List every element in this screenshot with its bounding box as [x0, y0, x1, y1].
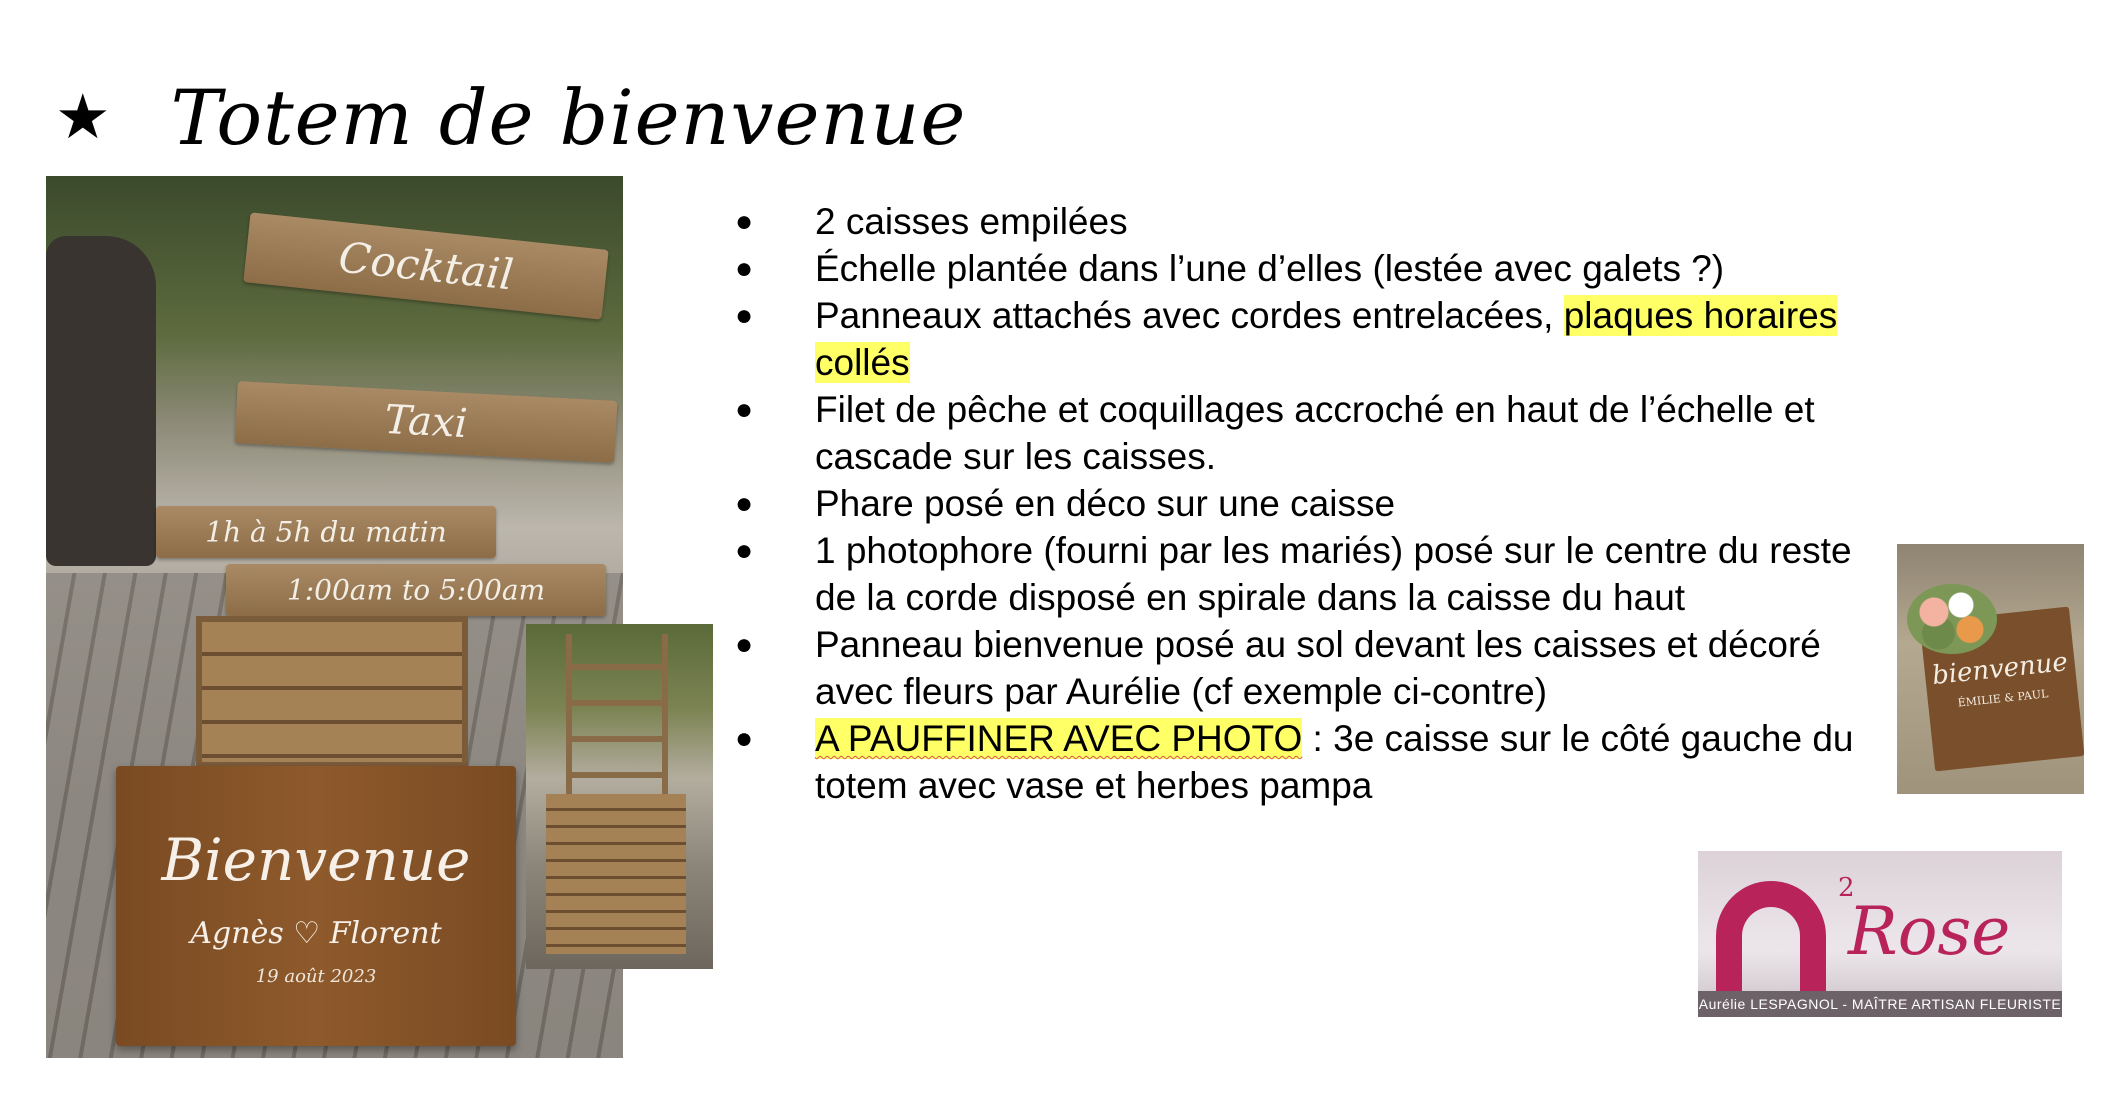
bullet-icon: ● [735, 628, 754, 661]
bullet-icon: ● [735, 487, 754, 520]
star-icon: ★ [55, 80, 111, 153]
bullet-icon: ● [735, 393, 754, 426]
ladder [566, 634, 668, 814]
sign-taxi: Taxi [234, 381, 618, 463]
florist-logo: 2 Rose Aurélie LESPAGNOL - MAÎTRE ARTISA… [1698, 851, 2062, 1017]
bullet-item: ● Filet de pêche et coquillages accroché … [735, 386, 1885, 480]
bullet-text: 1 photophore (fourni par les mariés) pos… [815, 530, 1852, 618]
logo-caption: Aurélie LESPAGNOL - MAÎTRE ARTISAN FLEUR… [1698, 991, 2062, 1017]
slide: ★ Totem de bienvenue Cocktail Taxi 1h à … [0, 0, 2118, 1116]
bullet-icon: ● [735, 722, 754, 755]
wooden-crate [196, 616, 468, 768]
bullet-text: Filet de pêche et coquillages accroché e… [815, 389, 1815, 477]
bullet-item: ● Échelle plantée dans l’une d’elles (les… [735, 245, 1885, 292]
sign-taxi-text: Taxi [383, 396, 469, 448]
slide-title: Totem de bienvenue [170, 72, 967, 162]
sign-hours-en-text: 1:00am to 5:00am [286, 573, 546, 607]
bullet-icon: ● [735, 534, 754, 567]
bullet-text: 2 caisses empilées [815, 201, 1128, 242]
bouquet-icon [1907, 584, 1997, 654]
flower-sign-photo: bienvenue ÉMILIE & PAUL [1897, 544, 2084, 794]
bullet-item: ● 2 caisses empilées [735, 198, 1885, 245]
sign-hours-en: 1:00am to 5:00am [226, 564, 606, 616]
bullet-item: ● Panneau bienvenue posé au sol devant le… [735, 621, 1885, 715]
welcome-board-title: Bienvenue [161, 826, 471, 894]
bullet-item: ● 1 photophore (fourni par les mariés) po… [735, 527, 1885, 621]
sign-hours-fr: 1h à 5h du matin [156, 506, 496, 558]
bullet-icon: ● [735, 252, 754, 285]
bullet-item: ● A PAUFFINER AVEC PHOTO : 3e caisse sur … [735, 715, 1885, 809]
sign-cocktail-text: Cocktail [336, 232, 516, 300]
totem-side-photo [526, 624, 713, 969]
bullet-highlight: A PAUFFINER AVEC PHOTO [815, 718, 1303, 759]
bullet-text: Panneau bienvenue posé au sol devant les… [815, 624, 1821, 712]
bullet-text: Panneaux attachés avec cordes entrelacée… [815, 295, 1564, 336]
sign-cocktail: Cocktail [243, 212, 609, 320]
bullet-icon: ● [735, 299, 754, 332]
logo-name: Rose [1848, 893, 2011, 970]
bullet-text: Phare posé en déco sur une caisse [815, 483, 1396, 524]
welcome-board: Bienvenue Agnès ♡ Florent 19 août 2023 [116, 766, 516, 1046]
welcome-board-names: Agnès ♡ Florent [190, 916, 442, 951]
bullet-item: ● Phare posé en déco sur une caisse [735, 480, 1885, 527]
bullet-icon: ● [735, 205, 754, 238]
bullet-list: ● 2 caisses empilées ● Échelle plantée dan… [735, 198, 1885, 809]
title-row: ★ Totem de bienvenue [55, 62, 966, 172]
bullet-item: ● Panneaux attachés avec cordes entrelacé… [735, 292, 1885, 386]
welcome-board-date: 19 août 2023 [255, 966, 377, 987]
wicker-chair [46, 236, 156, 566]
bullet-text: Échelle plantée dans l’une d’elles (lest… [815, 248, 1725, 289]
logo-arch-icon [1716, 881, 1826, 991]
sign-hours-fr-text: 1h à 5h du matin [205, 515, 447, 549]
crate-stack [546, 794, 686, 954]
